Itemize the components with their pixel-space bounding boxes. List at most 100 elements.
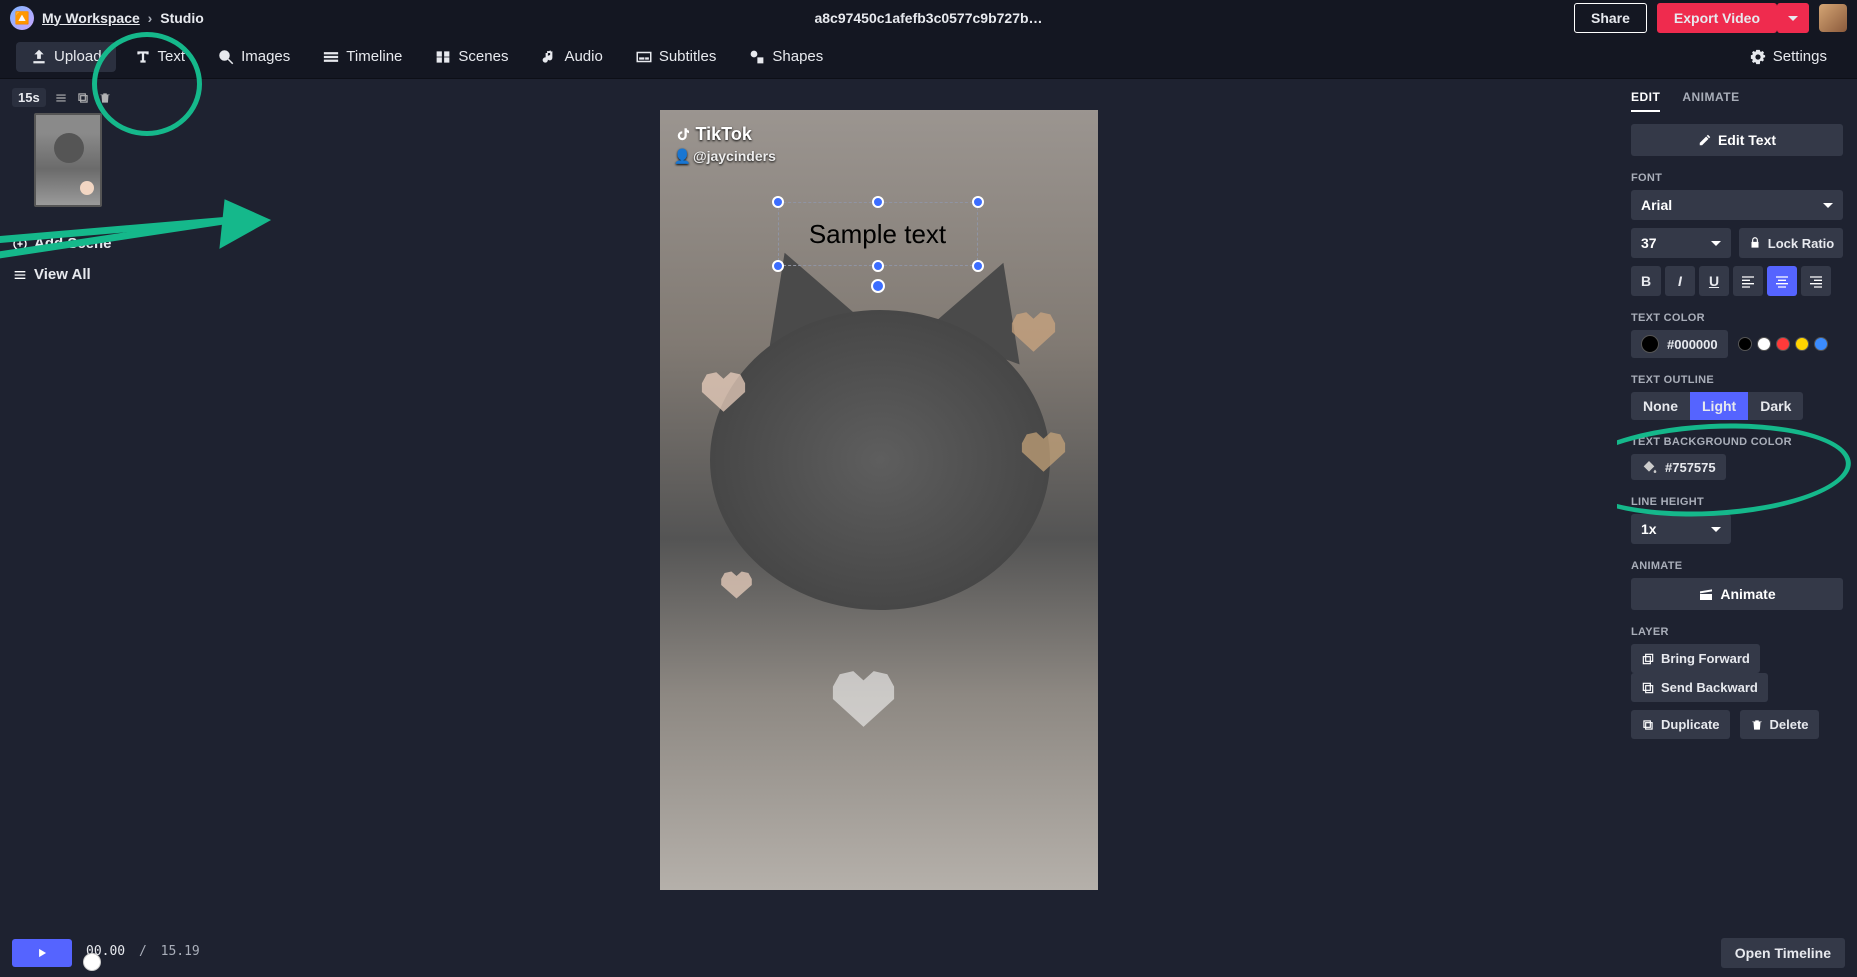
preset-swatch[interactable]	[1738, 337, 1752, 351]
animate-btn-label: Animate	[1720, 586, 1775, 602]
text-color-value: #000000	[1667, 337, 1718, 352]
preset-swatch[interactable]	[1757, 337, 1771, 351]
text-outline-segmented: None Light Dark	[1631, 392, 1843, 420]
send-backward-button[interactable]: Send Backward	[1631, 673, 1768, 702]
edit-text-button[interactable]: Edit Text	[1631, 124, 1843, 156]
bold-button[interactable]: B	[1631, 266, 1661, 296]
play-button[interactable]	[12, 939, 72, 967]
align-left-button[interactable]	[1733, 266, 1763, 296]
text-bg-color-input[interactable]: #757575	[1631, 454, 1726, 480]
bottom-bar: 00.00 / 15.19 Open Timeline	[0, 929, 1857, 977]
duplicate-button[interactable]: Duplicate	[1631, 710, 1730, 739]
tool-upload[interactable]: Upload	[16, 42, 116, 72]
font-family-select[interactable]: Arial	[1631, 190, 1843, 220]
tool-subtitles[interactable]: Subtitles	[621, 42, 731, 72]
italic-button[interactable]: I	[1665, 266, 1695, 296]
timeline-icon	[322, 48, 340, 66]
bring-forward-label: Bring Forward	[1661, 651, 1750, 666]
delete-button[interactable]: Delete	[1740, 710, 1819, 739]
tiktok-icon	[674, 125, 692, 145]
selected-text-element[interactable]: Sample text	[778, 202, 978, 266]
tool-timeline[interactable]: Timeline	[308, 42, 416, 72]
layer-forward-icon	[1641, 652, 1655, 666]
text-color-section-label: TEXT COLOR	[1631, 312, 1843, 324]
tool-shapes[interactable]: Shapes	[734, 42, 837, 72]
tool-audio[interactable]: Audio	[526, 42, 616, 72]
scene-thumbnail[interactable]	[34, 113, 102, 207]
outline-none[interactable]: None	[1631, 392, 1690, 420]
text-outline-section-label: TEXT OUTLINE	[1631, 374, 1843, 386]
copy-icon	[1641, 718, 1655, 732]
layer-section-label: LAYER	[1631, 626, 1843, 638]
lock-ratio-toggle[interactable]: Lock Ratio	[1739, 228, 1843, 258]
text-bg-color-value: #757575	[1665, 460, 1716, 475]
chevron-down-icon	[1711, 235, 1721, 251]
outline-dark[interactable]: Dark	[1748, 392, 1803, 420]
preset-swatch[interactable]	[1814, 337, 1828, 351]
reorder-icon[interactable]	[54, 91, 68, 105]
align-center-button[interactable]	[1767, 266, 1797, 296]
delete-scene-icon[interactable]	[98, 91, 112, 105]
tiktok-brand-label: TikTok	[696, 124, 752, 145]
tool-images[interactable]: Images	[203, 42, 304, 72]
font-section-label: FONT	[1631, 172, 1843, 184]
tool-shapes-label: Shapes	[772, 48, 823, 65]
send-backward-label: Send Backward	[1661, 680, 1758, 695]
export-menu-button[interactable]	[1777, 3, 1809, 33]
font-family-value: Arial	[1641, 197, 1672, 213]
breadcrumb-sep: ›	[148, 10, 153, 26]
line-height-value: 1x	[1641, 521, 1657, 537]
rotate-handle[interactable]	[871, 279, 885, 293]
animate-button[interactable]: Animate	[1631, 578, 1843, 610]
panel-tabs: EDIT ANIMATE	[1631, 80, 1843, 112]
tool-settings[interactable]: Settings	[1735, 42, 1841, 72]
share-button[interactable]: Share	[1574, 3, 1647, 33]
tiktok-username-label: @jaycinders	[693, 148, 776, 164]
breadcrumb-workspace[interactable]: My Workspace	[42, 10, 140, 26]
export-video-button[interactable]: Export Video	[1657, 3, 1777, 33]
preset-swatch[interactable]	[1795, 337, 1809, 351]
tool-subtitles-label: Subtitles	[659, 48, 717, 65]
left-sidebar: 15s Add Scene View All	[0, 80, 140, 929]
outline-light[interactable]: Light	[1690, 392, 1748, 420]
audio-icon	[540, 48, 558, 66]
tool-scenes[interactable]: Scenes	[420, 42, 522, 72]
search-icon	[217, 48, 235, 66]
preset-swatch[interactable]	[1776, 337, 1790, 351]
scene-duration[interactable]: 15s	[12, 88, 46, 107]
resize-handle-bl[interactable]	[772, 260, 784, 272]
resize-handle-bm[interactable]	[872, 260, 884, 272]
video-canvas[interactable]: TikTok 👤@jaycinders Sample text	[660, 110, 1098, 890]
resize-handle-tr[interactable]	[972, 196, 984, 208]
upload-icon	[30, 48, 48, 66]
color-presets	[1738, 337, 1828, 351]
canvas-area: TikTok 👤@jaycinders Sample text	[140, 80, 1617, 929]
line-height-select[interactable]: 1x	[1631, 514, 1731, 544]
view-all-button[interactable]: View All	[12, 262, 128, 287]
workspace-avatar[interactable]: 🔼	[10, 6, 34, 30]
edit-text-label: Edit Text	[1718, 132, 1776, 148]
user-avatar[interactable]	[1819, 4, 1847, 32]
timeline-playhead[interactable]	[83, 953, 101, 971]
underline-button[interactable]: U	[1699, 266, 1729, 296]
resize-handle-tm[interactable]	[872, 196, 884, 208]
font-size-select[interactable]: 37	[1631, 228, 1731, 258]
tool-scenes-label: Scenes	[458, 48, 508, 65]
tab-animate[interactable]: ANIMATE	[1682, 90, 1739, 112]
align-right-button[interactable]	[1801, 266, 1831, 296]
file-title[interactable]: a8c97450c1afefb3c0577c9b727b…	[814, 10, 1042, 26]
tool-images-label: Images	[241, 48, 290, 65]
tab-edit[interactable]: EDIT	[1631, 90, 1660, 112]
open-timeline-button[interactable]: Open Timeline	[1721, 938, 1845, 968]
bring-forward-button[interactable]: Bring Forward	[1631, 644, 1760, 673]
text-color-input[interactable]: #000000	[1631, 330, 1728, 358]
tool-text[interactable]: Text	[120, 42, 200, 72]
resize-handle-tl[interactable]	[772, 196, 784, 208]
copy-scene-icon[interactable]	[76, 91, 90, 105]
text-icon	[134, 48, 152, 66]
align-right-icon	[1808, 273, 1824, 289]
font-size-value: 37	[1641, 235, 1657, 251]
resize-handle-br[interactable]	[972, 260, 984, 272]
add-scene-button[interactable]: Add Scene	[12, 231, 128, 256]
tool-audio-label: Audio	[564, 48, 602, 65]
